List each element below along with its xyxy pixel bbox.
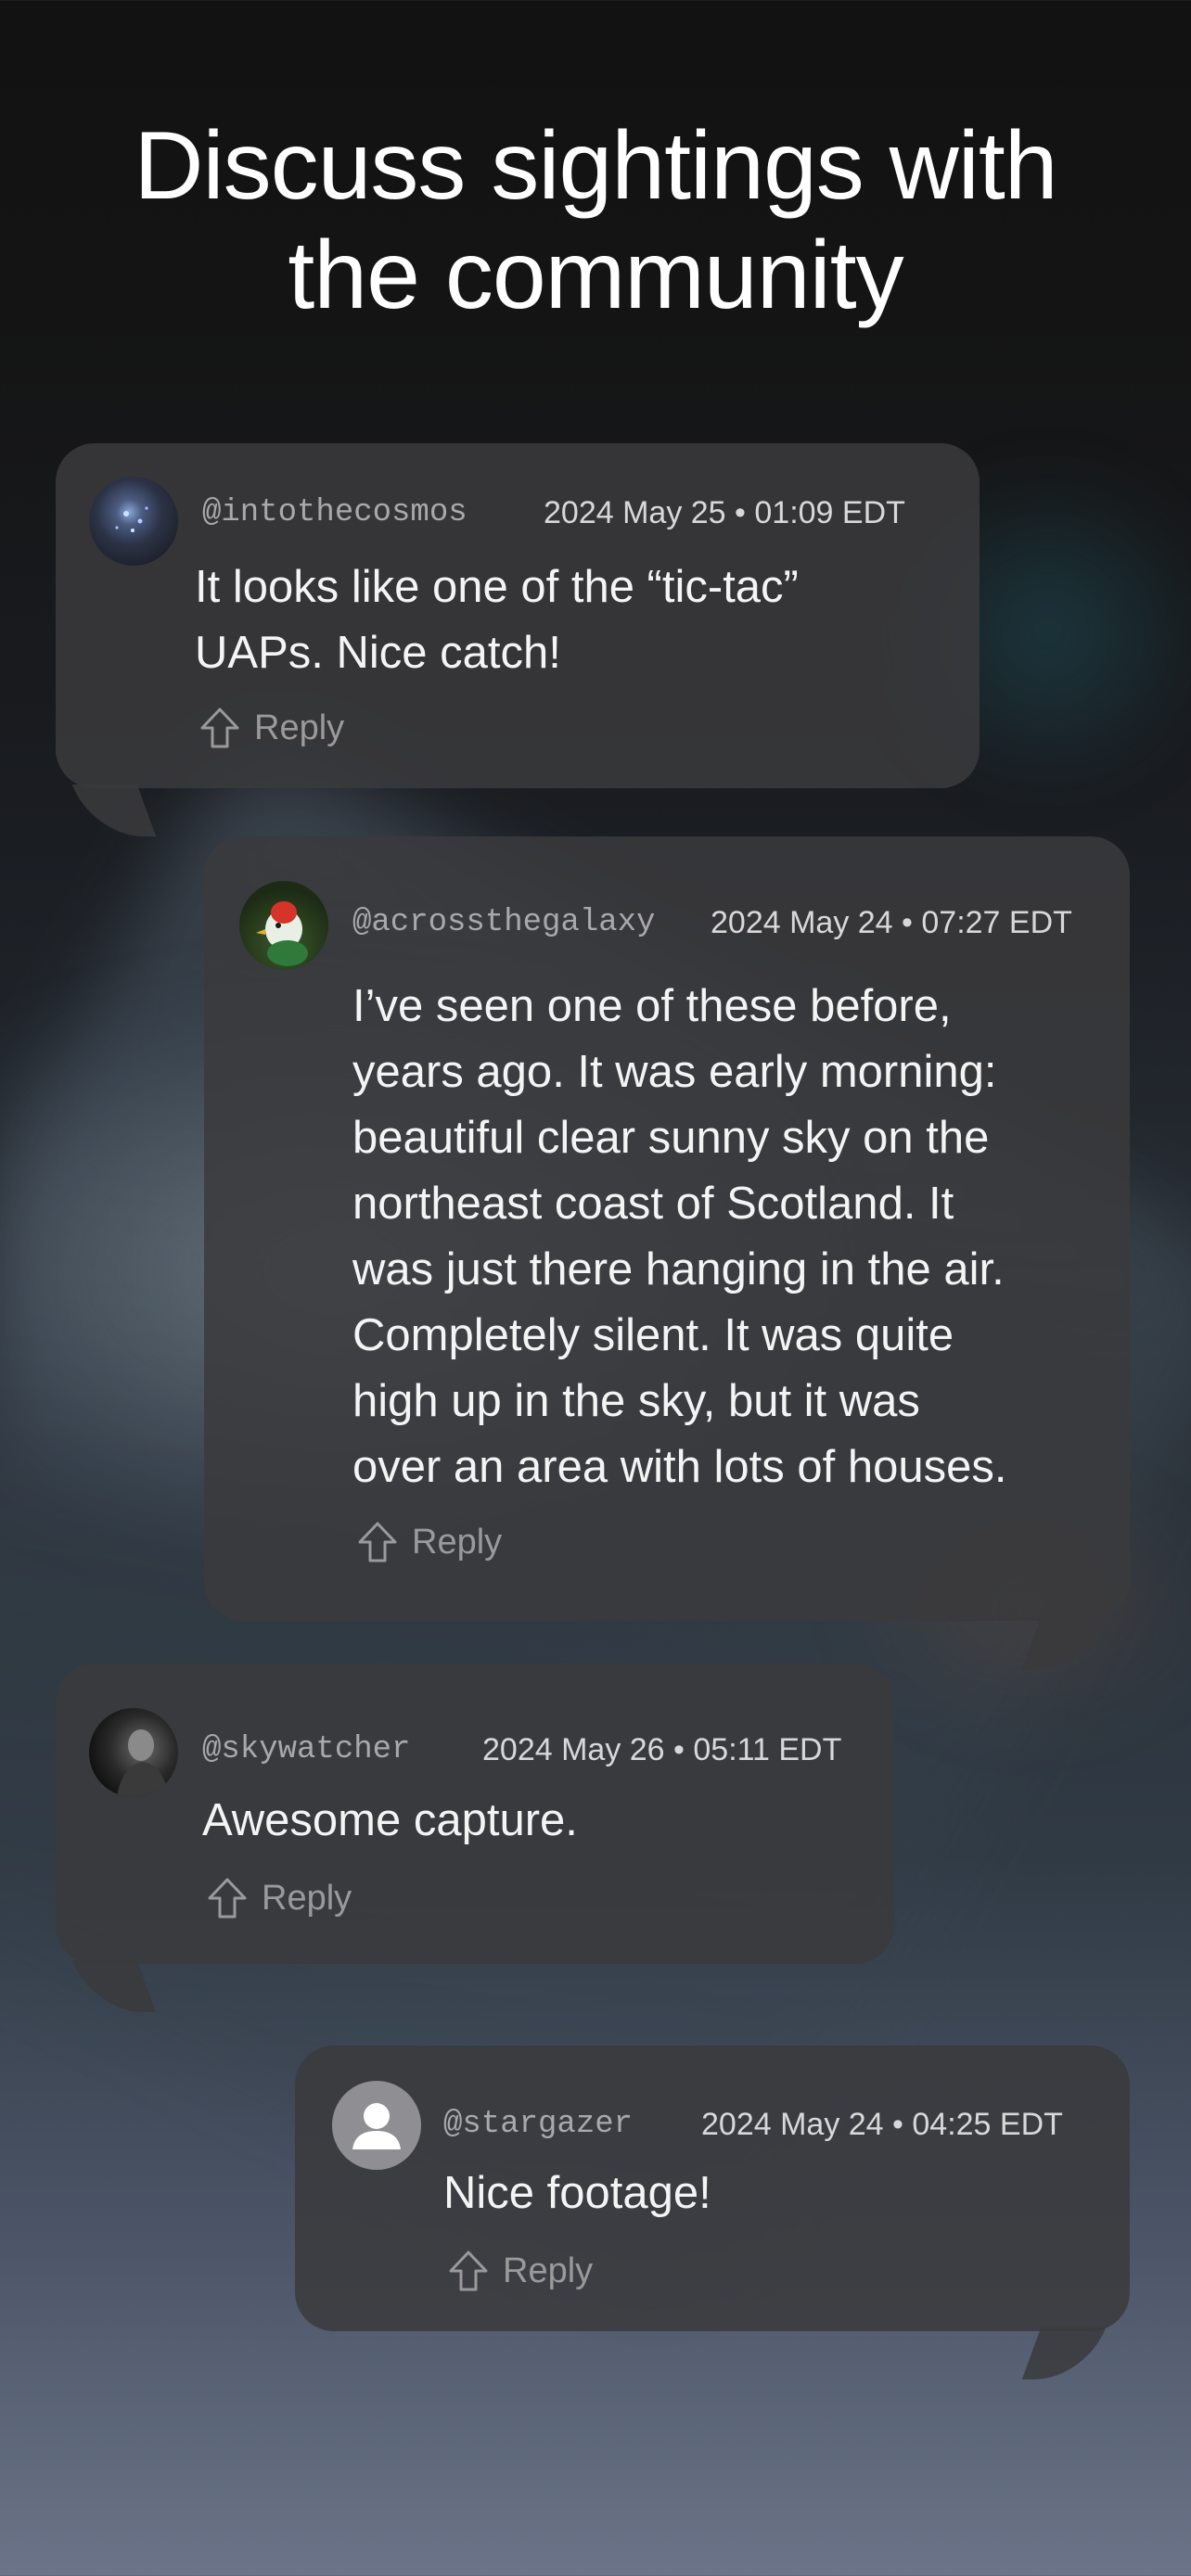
reply-label: Reply — [262, 1878, 352, 1918]
comment-username[interactable]: @acrossthegalaxy — [352, 905, 655, 940]
comment-bubble: @stargazer 2024 May 24 • 04:25 EDT Nice … — [295, 2046, 1130, 2331]
bubble-tail — [1021, 2327, 1107, 2379]
bubble-tail — [71, 1960, 157, 2012]
comment-bubble: @acrossthegalaxy 2024 May 24 • 07:27 EDT… — [204, 836, 1130, 1621]
page-title: Discuss sightings with the community — [0, 111, 1191, 330]
comment-timestamp: 2024 May 24 • 07:27 EDT — [711, 905, 1072, 940]
comment-text: Awesome capture. — [202, 1788, 852, 1854]
comment-text-line: years ago. It was early morning: — [352, 1047, 997, 1097]
galaxy-avatar[interactable] — [89, 477, 178, 566]
reply-arrow-icon — [200, 708, 239, 748]
portrait-avatar[interactable] — [89, 1708, 178, 1797]
default-person-avatar[interactable] — [332, 2081, 421, 2170]
reply-button[interactable]: Reply — [354, 1519, 502, 1565]
reply-label: Reply — [503, 2251, 594, 2290]
reply-arrow-icon — [358, 1522, 397, 1562]
comment-text-line: Completely silent. It was quite — [352, 1310, 954, 1360]
comment-username[interactable]: @stargazer — [443, 2107, 633, 2142]
comment-text-line: Nice footage! — [443, 2168, 711, 2218]
comment-text-line: I’ve seen one of these before, — [352, 981, 952, 1031]
comment-text: It looks like one of the “tic-tac” UAPs.… — [195, 555, 937, 686]
reply-arrow-icon — [449, 2251, 488, 2291]
reply-arrow-icon — [208, 1878, 247, 1919]
comment-text-line: over an area with lots of houses. — [352, 1442, 1007, 1492]
comment-text-line: northeast coast of Scotland. It — [352, 1179, 954, 1229]
title-line-2: the community — [288, 222, 903, 329]
comment-bubble: @skywatcher 2024 May 26 • 05:11 EDT Awes… — [56, 1664, 894, 1964]
comment-text-line: was just there hanging in the air. — [352, 1244, 1005, 1294]
comment-text-line: high up in the sky, but it was — [352, 1376, 920, 1426]
comment-timestamp: 2024 May 26 • 05:11 EDT — [482, 1732, 842, 1767]
reply-button[interactable]: Reply — [204, 1875, 352, 1921]
bird-avatar[interactable] — [239, 881, 328, 970]
comment-username[interactable]: @intothecosmos — [202, 495, 467, 530]
comment-text-line: Awesome capture. — [202, 1795, 578, 1845]
comment-bubble: @intothecosmos 2024 May 25 • 01:09 EDT I… — [56, 443, 980, 788]
reply-label: Reply — [254, 708, 345, 747]
reply-label: Reply — [412, 1522, 503, 1562]
comment-text: Nice footage! — [443, 2161, 1093, 2226]
bubble-tail — [1021, 1617, 1107, 1669]
comment-text-line: UAPs. Nice catch! — [195, 628, 561, 678]
bubble-tail — [71, 784, 157, 836]
comment-text-line: beautiful clear sunny sky on the — [352, 1113, 990, 1163]
comment-username[interactable]: @skywatcher — [202, 1732, 410, 1767]
reply-button[interactable]: Reply — [197, 705, 344, 751]
comment-timestamp: 2024 May 24 • 04:25 EDT — [701, 2107, 1063, 2142]
comment-timestamp: 2024 May 25 • 01:09 EDT — [544, 495, 905, 530]
comment-text: I’ve seen one of these before, years ago… — [352, 974, 1113, 1500]
comment-text-line: It looks like one of the “tic-tac” — [195, 562, 799, 612]
reply-button[interactable]: Reply — [445, 2248, 593, 2294]
title-line-1: Discuss sightings with — [134, 112, 1057, 220]
